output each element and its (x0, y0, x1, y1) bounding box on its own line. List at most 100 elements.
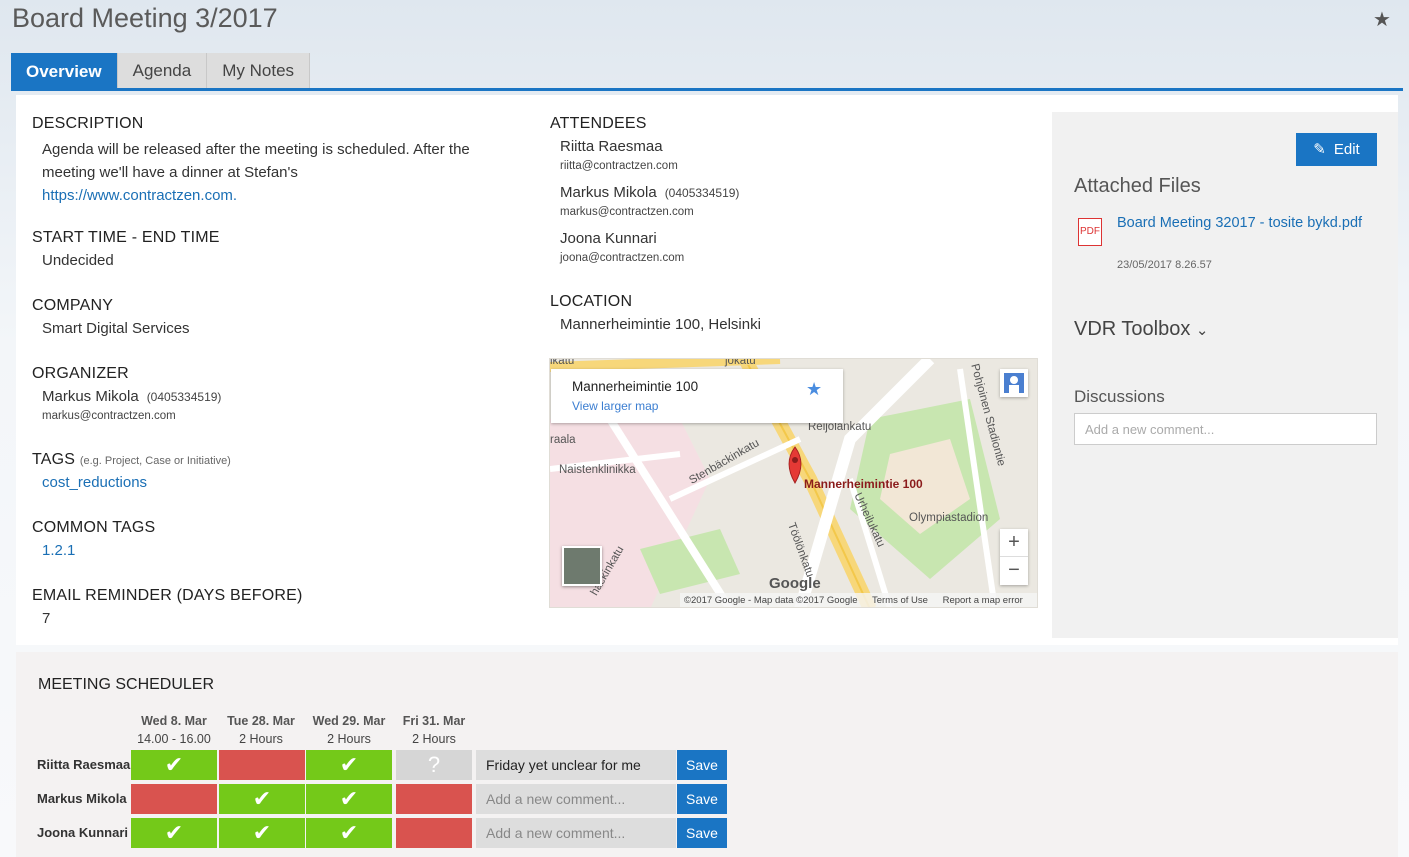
tab-agenda[interactable]: Agenda (117, 53, 208, 88)
checkmark-icon: ✔ (164, 752, 184, 777)
map-report-link[interactable]: Report a map error (943, 595, 1023, 606)
street-view-body (1009, 385, 1019, 393)
date-column-header: Wed 8. Mar 14.00 - 16.00 (131, 712, 217, 748)
vote-cell-yes[interactable]: ✔ (219, 818, 305, 848)
favorite-star-icon[interactable]: ★ (1373, 7, 1391, 32)
vdr-toolbox-toggle[interactable]: VDR Toolbox ⌄ (1074, 318, 1209, 341)
question-mark-icon: ? (427, 752, 441, 777)
vote-cell-yes[interactable]: ✔ (306, 784, 392, 814)
attached-files-heading: Attached Files (1074, 175, 1201, 197)
organizer-name: Markus Mikola (42, 388, 139, 405)
description-link[interactable]: https://www.contractzen.com. (42, 187, 237, 204)
date-day: Wed 8. Mar (141, 714, 207, 728)
vote-cell-no[interactable] (131, 784, 217, 814)
edit-button-label: Edit (1333, 141, 1360, 158)
reminder-value: 7 (42, 610, 51, 627)
vote-cell-yes[interactable]: ✔ (131, 818, 217, 848)
zoom-out-button[interactable]: − (1000, 557, 1028, 585)
tag-link[interactable]: cost_reductions (42, 474, 147, 491)
title-bar: Board Meeting 3/2017 ★ (0, 0, 1409, 48)
view-larger-map-link[interactable]: View larger map (572, 399, 658, 413)
vote-cell-yes[interactable]: ✔ (306, 818, 392, 848)
attached-file-link[interactable]: Board Meeting 32017 - tosite bykd.pdf (1117, 213, 1372, 233)
date-column-header: Tue 28. Mar 2 Hours (218, 712, 304, 748)
tags-label: TAGS (e.g. Project, Case or Initiative) (32, 451, 231, 469)
date-time: 2 Hours (239, 732, 283, 746)
scheduler-comment-input[interactable] (476, 750, 676, 780)
company-value: Smart Digital Services (42, 320, 190, 337)
company-label: COMPANY (32, 297, 114, 314)
street-view-person-svg (1004, 373, 1024, 393)
pencil-icon: ✎ (1313, 141, 1326, 158)
pdf-file-icon: PDF (1078, 218, 1102, 246)
attendee-name: Markus Mikola (560, 184, 657, 201)
time-label: START TIME - END TIME (32, 229, 220, 247)
double-chevron-down-icon: ⌄ (1195, 322, 1209, 339)
date-day: Fri 31. Mar (402, 714, 466, 728)
save-button[interactable]: Save (677, 818, 727, 848)
vote-cell-no[interactable] (219, 750, 305, 780)
scheduler-comment-input[interactable] (476, 784, 676, 814)
map-save-star-icon[interactable]: ★ (806, 379, 822, 400)
tags-hint: (e.g. Project, Case or Initiative) (79, 455, 231, 467)
scheduler-row-name: Riitta Raesmaa (37, 757, 131, 772)
time-value: Undecided (42, 252, 114, 269)
map-poi-label: raala (550, 434, 576, 446)
checkmark-icon: ✔ (339, 752, 359, 777)
map-pin-dot (792, 457, 798, 463)
tab-bar: Overview Agenda My Notes (11, 53, 311, 88)
date-day: Tue 28. Mar (227, 714, 295, 728)
scheduler-title: MEETING SCHEDULER (38, 676, 215, 693)
description-label: DESCRIPTION (32, 115, 144, 132)
discussion-comment-input[interactable] (1074, 413, 1377, 445)
organizer-email: markus@contractzen.com (42, 410, 176, 422)
location-label: LOCATION (550, 293, 633, 310)
description-text: Agenda will be released after the meetin… (42, 138, 522, 207)
checkmark-icon: ✔ (339, 820, 359, 845)
tab-underline (11, 88, 1403, 91)
location-map[interactable]: ikatu jokatu Reijolankatu Stenbäckinkatu… (549, 358, 1038, 608)
tab-overview[interactable]: Overview (11, 53, 118, 88)
satellite-toggle-thumbnail[interactable] (562, 546, 602, 586)
vote-cell-no[interactable] (396, 784, 472, 814)
checkmark-icon: ✔ (164, 820, 184, 845)
checkmark-icon: ✔ (252, 786, 272, 811)
vote-cell-yes[interactable]: ✔ (306, 750, 392, 780)
map-copyright: ©2017 Google - Map data ©2017 Google (684, 595, 858, 606)
zoom-in-button[interactable]: + (1000, 529, 1028, 557)
tab-my-notes[interactable]: My Notes (207, 53, 311, 88)
organizer-phone: (0405334519) (146, 390, 222, 404)
date-column-header: Wed 29. Mar 2 Hours (306, 712, 392, 748)
attendees-label: ATTENDEES (550, 115, 647, 132)
attendee-phone: (0405334519) (664, 186, 740, 200)
checkmark-icon: ✔ (339, 786, 359, 811)
save-button[interactable]: Save (677, 750, 727, 780)
save-button[interactable]: Save (677, 784, 727, 814)
map-terms-link[interactable]: Terms of Use (872, 595, 928, 606)
map-info-card: Mannerheimintie 100 View larger map ★ (551, 369, 843, 423)
organizer-name-line: Markus Mikola (0405334519) (42, 388, 221, 405)
description-body: Agenda will be released after the meetin… (42, 141, 470, 181)
discussions-heading: Discussions (1074, 387, 1165, 406)
vdr-toolbox-heading: VDR Toolbox (1074, 318, 1191, 340)
vote-cell-maybe[interactable]: ? (396, 750, 472, 780)
checkmark-icon: ✔ (252, 820, 272, 845)
vote-cell-yes[interactable]: ✔ (219, 784, 305, 814)
vote-cell-yes[interactable]: ✔ (131, 750, 217, 780)
map-zoom-control: + − (1000, 529, 1028, 585)
attendee-name: Riitta Raesmaa (560, 138, 663, 155)
attached-file-date: 23/05/2017 8.26.57 (1117, 259, 1212, 271)
map-street-label: jokatu (725, 358, 756, 367)
start-time-label: START TIME (32, 229, 128, 246)
date-time: 2 Hours (327, 732, 371, 746)
reminder-label: EMAIL REMINDER (DAYS BEFORE) (32, 587, 303, 604)
vote-cell-no[interactable] (396, 818, 472, 848)
map-footer: ©2017 Google - Map data ©2017 Google Ter… (680, 593, 1037, 607)
edit-button[interactable]: ✎ Edit (1296, 133, 1377, 166)
date-time: 14.00 - 16.00 (137, 732, 211, 746)
street-view-person-icon[interactable] (1000, 369, 1028, 397)
attendee-email: markus@contractzen.com (560, 206, 694, 218)
common-tag-link[interactable]: 1.2.1 (42, 542, 75, 559)
map-card-title: Mannerheimintie 100 (572, 379, 699, 394)
scheduler-comment-input[interactable] (476, 818, 676, 848)
